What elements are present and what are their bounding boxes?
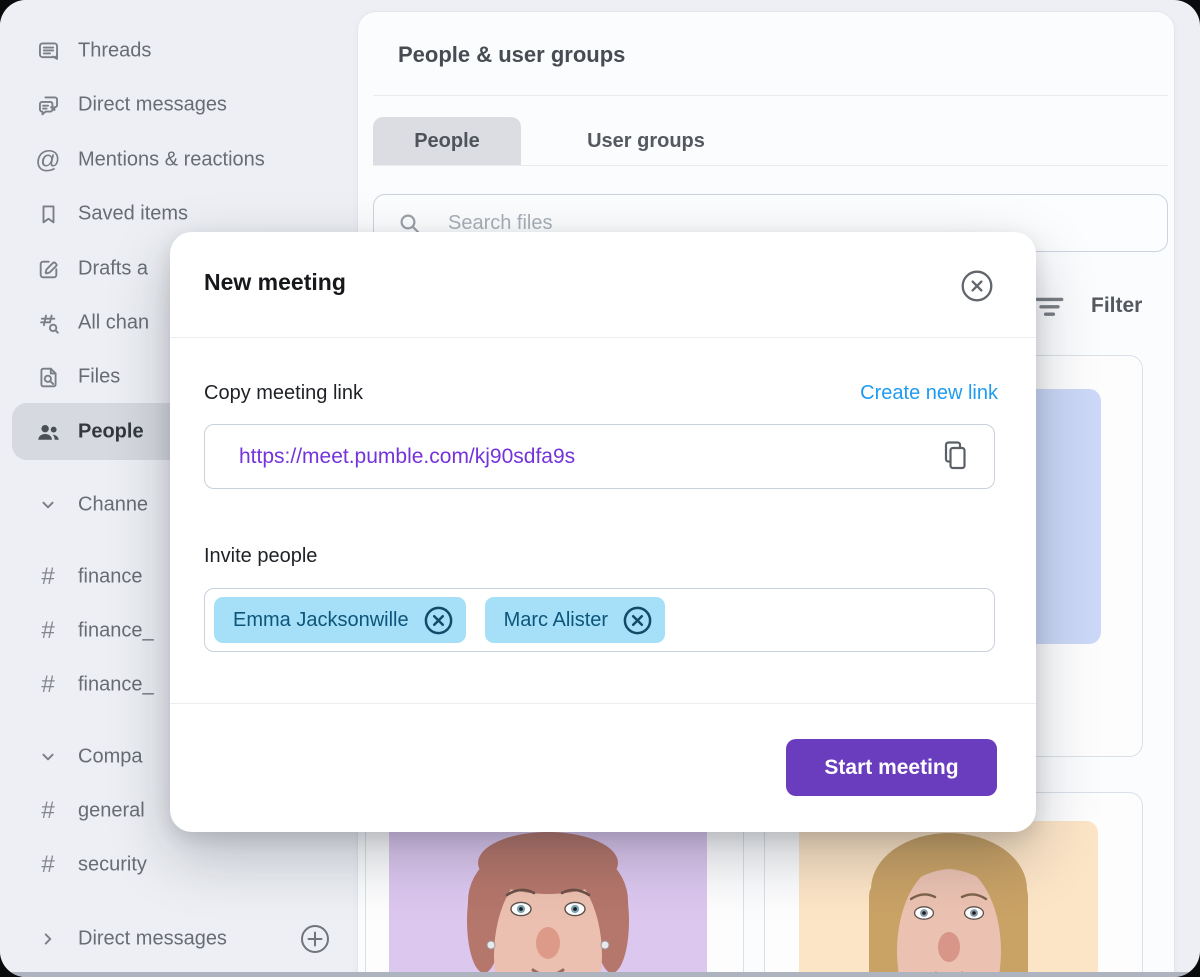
divider — [373, 95, 1168, 96]
sidebar-section-label: Channe — [78, 494, 148, 517]
sidebar-item-label: Files — [78, 366, 120, 389]
window-bottom-edge — [0, 972, 1200, 977]
tab-people[interactable]: People — [373, 117, 521, 166]
filter-icon[interactable] — [1034, 295, 1065, 324]
drafts-icon — [34, 255, 62, 283]
threads-icon — [34, 37, 62, 65]
divider — [170, 703, 1036, 704]
plus-circle-icon — [299, 923, 331, 955]
sidebar-item-label: Saved items — [78, 203, 188, 226]
sidebar-item-label: All chan — [78, 312, 149, 335]
close-button[interactable] — [957, 266, 997, 306]
person-avatar — [389, 821, 707, 977]
sidebar-item-label: Drafts a — [78, 258, 148, 281]
browse-channels-icon — [34, 309, 62, 337]
invitee-chip[interactable]: Marc Alister — [485, 597, 665, 643]
page-title: People & user groups — [398, 42, 625, 68]
people-icon — [34, 418, 62, 446]
sidebar-item-label: general — [78, 800, 145, 823]
sidebar-section-label: Compa — [78, 746, 142, 769]
person-avatar — [799, 821, 1098, 977]
hash-icon: # — [34, 797, 62, 825]
divider — [170, 337, 1036, 338]
files-icon — [34, 363, 62, 391]
invite-people-label: Invite people — [204, 545, 317, 568]
hash-icon: # — [34, 563, 62, 591]
sidebar-item-label: Mentions & reactions — [78, 149, 265, 172]
meeting-link-field[interactable]: https://meet.pumble.com/kj90sdfa9s — [204, 424, 995, 489]
chevron-down-icon — [34, 491, 62, 519]
remove-invitee-icon[interactable] — [622, 605, 653, 636]
sidebar-item-label: finance — [78, 566, 143, 589]
start-meeting-button[interactable]: Start meeting — [786, 739, 997, 796]
add-direct-message-button[interactable] — [299, 923, 331, 955]
app-window: Threads Direct messages @ Mentions & rea… — [0, 0, 1200, 977]
hash-icon: # — [34, 851, 62, 879]
sidebar-item-label: finance_ — [78, 620, 154, 643]
chevron-down-icon — [34, 743, 62, 771]
remove-invitee-icon[interactable] — [423, 605, 454, 636]
filter-button[interactable]: Filter — [1091, 294, 1142, 318]
sidebar-item-label: People — [78, 421, 144, 444]
sidebar-item-label: Threads — [78, 40, 151, 63]
close-icon — [957, 266, 997, 306]
sidebar-item-threads[interactable]: Threads — [0, 31, 356, 71]
sidebar-item-saved-items[interactable]: Saved items — [0, 194, 356, 234]
copy-button[interactable] — [938, 439, 968, 474]
divider — [373, 165, 1168, 166]
meeting-link-url[interactable]: https://meet.pumble.com/kj90sdfa9s — [239, 445, 575, 469]
sidebar-item-label: Direct messages — [78, 94, 227, 117]
sidebar-channel-security[interactable]: # security — [0, 845, 356, 885]
invite-people-input[interactable]: Emma Jacksonwille Marc Alister — [204, 588, 995, 652]
sidebar-item-mentions[interactable]: @ Mentions & reactions — [0, 140, 356, 180]
copy-icon — [938, 439, 968, 471]
sidebar-section-label: Direct messages — [78, 928, 227, 951]
sidebar-section-direct-messages[interactable]: Direct messages — [0, 919, 356, 959]
copy-link-label: Copy meeting link — [204, 382, 363, 405]
bookmark-icon — [34, 200, 62, 228]
direct-messages-icon — [34, 91, 62, 119]
mention-icon: @ — [34, 146, 62, 174]
new-meeting-modal: New meeting Copy meeting link Create new… — [170, 232, 1036, 832]
invitee-name: Marc Alister — [504, 609, 608, 632]
sidebar-item-label: finance_ — [78, 674, 154, 697]
modal-title: New meeting — [204, 269, 346, 296]
sidebar-item-direct-messages[interactable]: Direct messages — [0, 85, 356, 125]
hash-icon: # — [34, 671, 62, 699]
tab-user-groups[interactable]: User groups — [521, 117, 771, 166]
sidebar-item-label: security — [78, 854, 147, 877]
chevron-right-icon — [34, 925, 62, 953]
invitee-name: Emma Jacksonwille — [233, 609, 409, 632]
hash-icon: # — [34, 617, 62, 645]
create-new-link[interactable]: Create new link — [860, 382, 998, 405]
invitee-chip[interactable]: Emma Jacksonwille — [214, 597, 466, 643]
